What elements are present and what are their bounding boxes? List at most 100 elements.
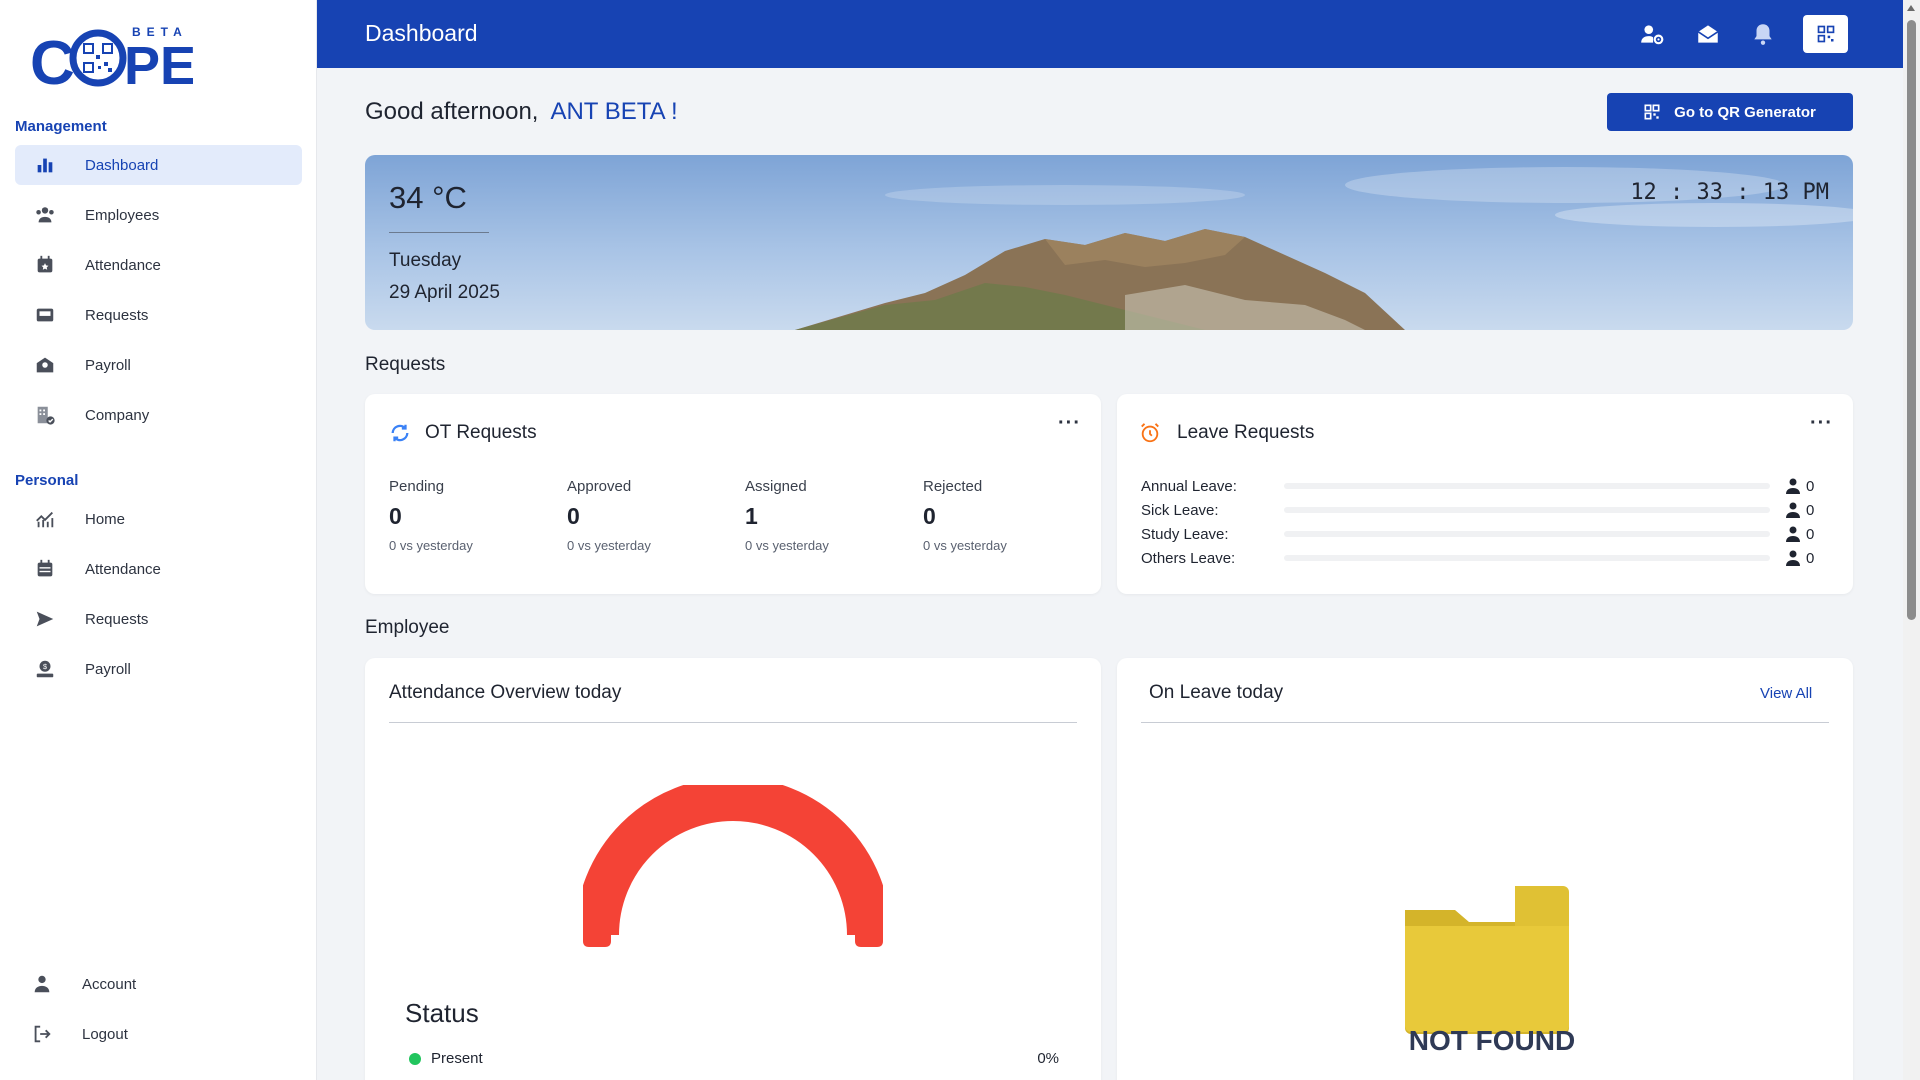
stat-rejected: Rejected 0 0 vs yesterday — [923, 478, 1093, 553]
weekday: Tuesday — [389, 250, 462, 271]
greeting-name: ANT BETA ! — [550, 98, 678, 125]
stat-value: 0 — [389, 503, 402, 529]
mail-open-icon[interactable] — [1693, 19, 1723, 49]
logout-item[interactable]: Logout — [12, 1014, 299, 1054]
leave-row-study: Study Leave: 0 — [1141, 524, 1821, 544]
sidebar-item-company[interactable]: Company — [15, 395, 302, 435]
stat-approved: Approved 0 0 vs yesterday — [567, 478, 737, 553]
qr-code-button[interactable] — [1803, 15, 1848, 53]
sidebar-item-home[interactable]: Home — [15, 499, 302, 539]
bell-icon[interactable] — [1748, 19, 1778, 49]
calendar-star-icon — [33, 253, 57, 277]
leave-requests-more-icon[interactable]: ··· — [1810, 412, 1833, 435]
leave-count: 0 — [1806, 525, 1815, 543]
ot-requests-title: OT Requests — [425, 422, 537, 443]
user-settings-icon[interactable] — [1637, 19, 1667, 49]
requests-section-title: Requests — [365, 354, 446, 375]
temperature: 34 °C — [389, 180, 467, 215]
refresh-icon — [391, 424, 409, 442]
employee-section-title: Employee — [365, 617, 450, 638]
attendance-overview-title: Attendance Overview today — [389, 682, 622, 703]
greeting: Good afternoon, ANT BETA ! — [365, 98, 678, 126]
sidebar-item-requests[interactable]: Requests — [15, 295, 302, 335]
leave-bar — [1284, 531, 1770, 537]
temperature-divider — [389, 232, 489, 233]
stat-compare: 0 vs yesterday — [923, 538, 1007, 553]
page-scrollbar[interactable] — [1903, 0, 1920, 1080]
stat-value: 1 — [745, 503, 758, 529]
stat-value: 0 — [567, 503, 580, 529]
top-header: Dashboard — [317, 0, 1903, 68]
money-hand-icon: $ — [33, 657, 57, 681]
svg-text:$: $ — [43, 662, 47, 671]
person-icon — [1786, 478, 1800, 494]
sidebar-item-label: Attendance — [85, 560, 161, 578]
status-title: Status — [405, 998, 479, 1028]
calendar-icon — [33, 557, 57, 581]
account-item[interactable]: Account — [12, 964, 299, 1004]
on-leave-card: On Leave today View All NOT FOUND — [1117, 658, 1853, 1080]
leave-count: 0 — [1806, 501, 1815, 519]
sidebar-item-label: Payroll — [85, 660, 131, 678]
sidebar: C PE BETA Management Dashboard Employees… — [0, 0, 317, 1080]
sidebar-item-personal-attendance[interactable]: Attendance — [15, 549, 302, 589]
scroll-thumb[interactable] — [1907, 20, 1916, 620]
current-time: 12 : 33 : 13 PM — [1630, 180, 1829, 205]
stat-compare: 0 vs yesterday — [745, 538, 829, 553]
ot-requests-more-icon[interactable]: ··· — [1058, 412, 1081, 435]
leave-requests-title: Leave Requests — [1177, 422, 1315, 443]
stat-label: Pending — [389, 478, 445, 495]
money-envelope-icon — [33, 353, 57, 377]
sidebar-item-attendance[interactable]: Attendance — [15, 245, 302, 285]
leave-bar — [1284, 483, 1770, 489]
leave-row-annual: Annual Leave: 0 — [1141, 476, 1821, 496]
logout-label: Logout — [82, 1025, 128, 1043]
card-divider — [389, 722, 1077, 723]
svg-text:C: C — [30, 29, 74, 88]
go-to-qr-generator-button[interactable]: Go to QR Generator — [1607, 93, 1853, 131]
management-section-title: Management — [15, 118, 107, 135]
scroll-up-arrow[interactable] — [1907, 5, 1915, 11]
account-label: Account — [82, 975, 137, 993]
alarm-clock-icon — [1141, 423, 1159, 443]
leave-count: 0 — [1806, 549, 1815, 567]
cope-logo[interactable]: C PE BETA — [28, 24, 193, 88]
qr-code-icon — [1644, 104, 1660, 120]
inbox-icon — [33, 303, 57, 327]
person-icon — [1786, 550, 1800, 566]
sidebar-item-label: Home — [85, 510, 126, 528]
sidebar-item-label: Company — [85, 406, 150, 424]
sidebar-item-personal-requests[interactable]: Requests — [15, 599, 302, 639]
leave-row-others: Others Leave: 0 — [1141, 548, 1821, 568]
sidebar-item-payroll[interactable]: Payroll — [15, 345, 302, 385]
sidebar-item-personal-payroll[interactable]: $ Payroll — [15, 649, 302, 689]
stat-pending: Pending 0 0 vs yesterday — [389, 478, 559, 553]
legend-label: Present — [431, 1050, 483, 1067]
leave-label: Sick Leave: — [1141, 501, 1219, 519]
stat-compare: 0 vs yesterday — [567, 538, 651, 553]
on-leave-title: On Leave today — [1149, 682, 1284, 703]
qr-code-icon — [1817, 25, 1834, 43]
person-icon — [1786, 502, 1800, 518]
bar-chart-icon — [33, 153, 57, 177]
sidebar-item-label: Payroll — [85, 356, 131, 374]
view-all-link[interactable]: View All — [1760, 685, 1812, 702]
ot-requests-card: OT Requests ··· Pending 0 0 vs yesterday… — [365, 394, 1101, 594]
weather-banner: 34 °C Tuesday 29 April 2025 12 : 33 : 13… — [365, 155, 1853, 330]
user-icon — [30, 972, 54, 996]
leave-bar — [1284, 507, 1770, 513]
leave-row-sick: Sick Leave: 0 — [1141, 500, 1821, 520]
leave-label: Study Leave: — [1141, 525, 1229, 543]
people-icon — [33, 203, 57, 227]
attendance-gauge — [583, 785, 883, 947]
leave-count: 0 — [1806, 477, 1815, 495]
building-check-icon — [33, 403, 57, 427]
qr-generator-label: Go to QR Generator — [1674, 103, 1816, 121]
stat-label: Approved — [567, 478, 632, 495]
sidebar-item-employees[interactable]: Employees — [15, 195, 302, 235]
leave-bar — [1284, 555, 1770, 561]
legend-value: 0% — [1037, 1050, 1059, 1067]
sidebar-item-dashboard[interactable]: Dashboard — [15, 145, 302, 185]
leave-label: Annual Leave: — [1141, 477, 1237, 495]
logo-badge: BETA — [132, 25, 188, 39]
